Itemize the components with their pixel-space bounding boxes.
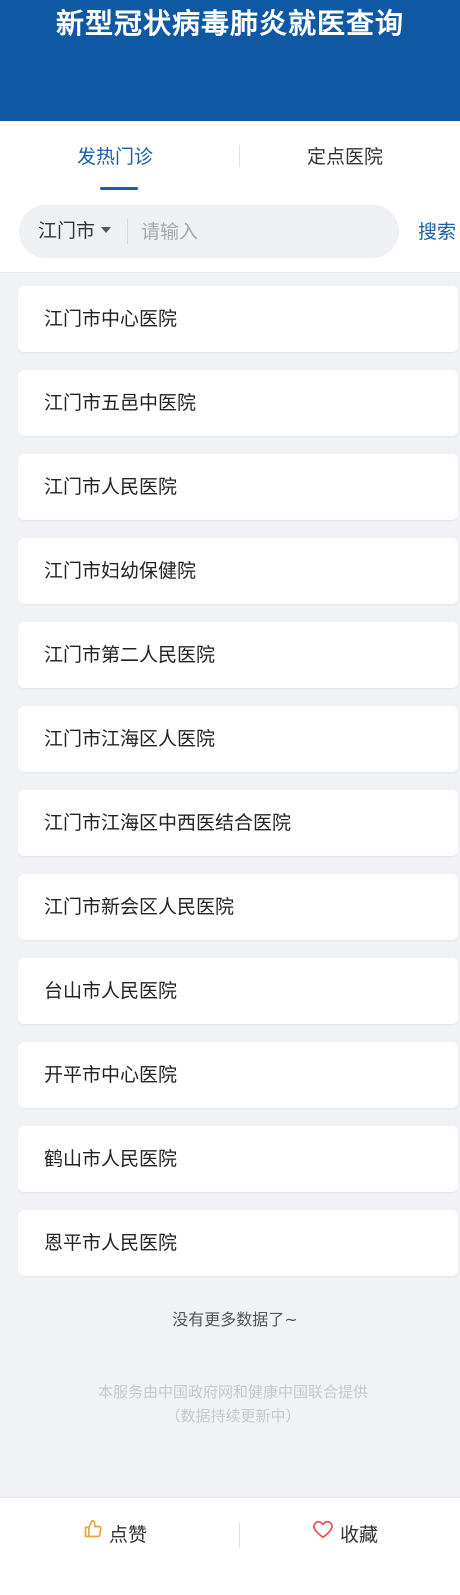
hospital-card[interactable]: 江门市第二人民医院: [18, 622, 458, 688]
like-label: 点赞: [108, 1524, 147, 1546]
search-button[interactable]: 搜索: [418, 207, 456, 257]
hospital-name: 江门市妇幼保健院: [44, 560, 197, 582]
caret-down-icon: [101, 226, 112, 233]
favorite-button[interactable]: 收藏: [230, 1498, 460, 1573]
header: 新型冠状病毒肺炎就医查询: [0, 0, 460, 121]
hospital-card[interactable]: 台山市人民医院: [18, 958, 458, 1024]
hospital-card[interactable]: 江门市江海区人医院: [18, 706, 458, 772]
heart-icon: [312, 1496, 334, 1571]
like-button[interactable]: 点赞: [0, 1498, 230, 1573]
hospital-name: 台山市人民医院: [44, 980, 178, 1002]
hospital-card[interactable]: 开平市中心医院: [18, 1042, 458, 1108]
page-title: 新型冠状病毒肺炎就医查询: [55, 7, 404, 40]
hospital-name: 江门市江海区人医院: [44, 728, 216, 750]
hospital-name: 江门市江海区中西医结合医院: [44, 812, 292, 834]
search-box: 江门市: [19, 205, 399, 258]
bottom-action-bar: 点赞 收藏: [0, 1497, 460, 1595]
favorite-label: 收藏: [339, 1524, 378, 1546]
tab-bar: 发热门诊 定点医院: [0, 121, 460, 193]
hospital-name: 江门市五邑中医院: [44, 392, 197, 414]
select-divider: [127, 219, 128, 244]
hospital-card[interactable]: 江门市人民医院: [18, 454, 458, 520]
active-tab-indicator: [100, 187, 138, 190]
tab-designated-hospital[interactable]: 定点医院: [230, 121, 460, 193]
city-select-label: 江门市: [38, 220, 96, 242]
hospital-card[interactable]: 江门市中心医院: [18, 286, 458, 352]
footer-provider-text: 本服务由中国政府网和健康中国联合提供: [97, 1383, 368, 1401]
footer-update-text: （数据持续更新中）: [165, 1407, 301, 1425]
hospital-name: 江门市新会区人民医院: [44, 896, 235, 918]
no-more-data-text: 没有更多数据了~: [172, 1310, 298, 1329]
hospital-card[interactable]: 江门市新会区人民医院: [18, 874, 458, 940]
tab-fever-clinic[interactable]: 发热门诊: [0, 121, 230, 193]
search-bar: 江门市 搜索: [0, 193, 460, 273]
hospital-card[interactable]: 江门市江海区中西医结合医院: [18, 790, 458, 856]
hospital-card[interactable]: 江门市妇幼保健院: [18, 538, 458, 604]
thumbs-up-icon: [83, 1496, 103, 1571]
hospital-name: 恩平市人民医院: [44, 1232, 178, 1254]
hospital-name: 鹤山市人民医院: [44, 1148, 178, 1170]
hospital-card[interactable]: 恩平市人民医院: [18, 1210, 458, 1276]
search-input[interactable]: [137, 205, 395, 258]
hospital-card[interactable]: 江门市五邑中医院: [18, 370, 458, 436]
hospital-name: 开平市中心医院: [44, 1064, 178, 1086]
city-select[interactable]: 江门市: [38, 205, 112, 258]
hospital-name: 江门市人民医院: [44, 476, 178, 498]
hospital-card[interactable]: 鹤山市人民医院: [18, 1126, 458, 1192]
hospital-name: 江门市中心医院: [44, 308, 178, 330]
footer-note: 本服务由中国政府网和健康中国联合提供 （数据持续更新中）: [0, 1380, 460, 1428]
hospital-list: 江门市中心医院 江门市五邑中医院 江门市人民医院 江门市妇幼保健院 江门市第二人…: [18, 286, 458, 1294]
hospital-name: 江门市第二人民医院: [44, 644, 216, 666]
